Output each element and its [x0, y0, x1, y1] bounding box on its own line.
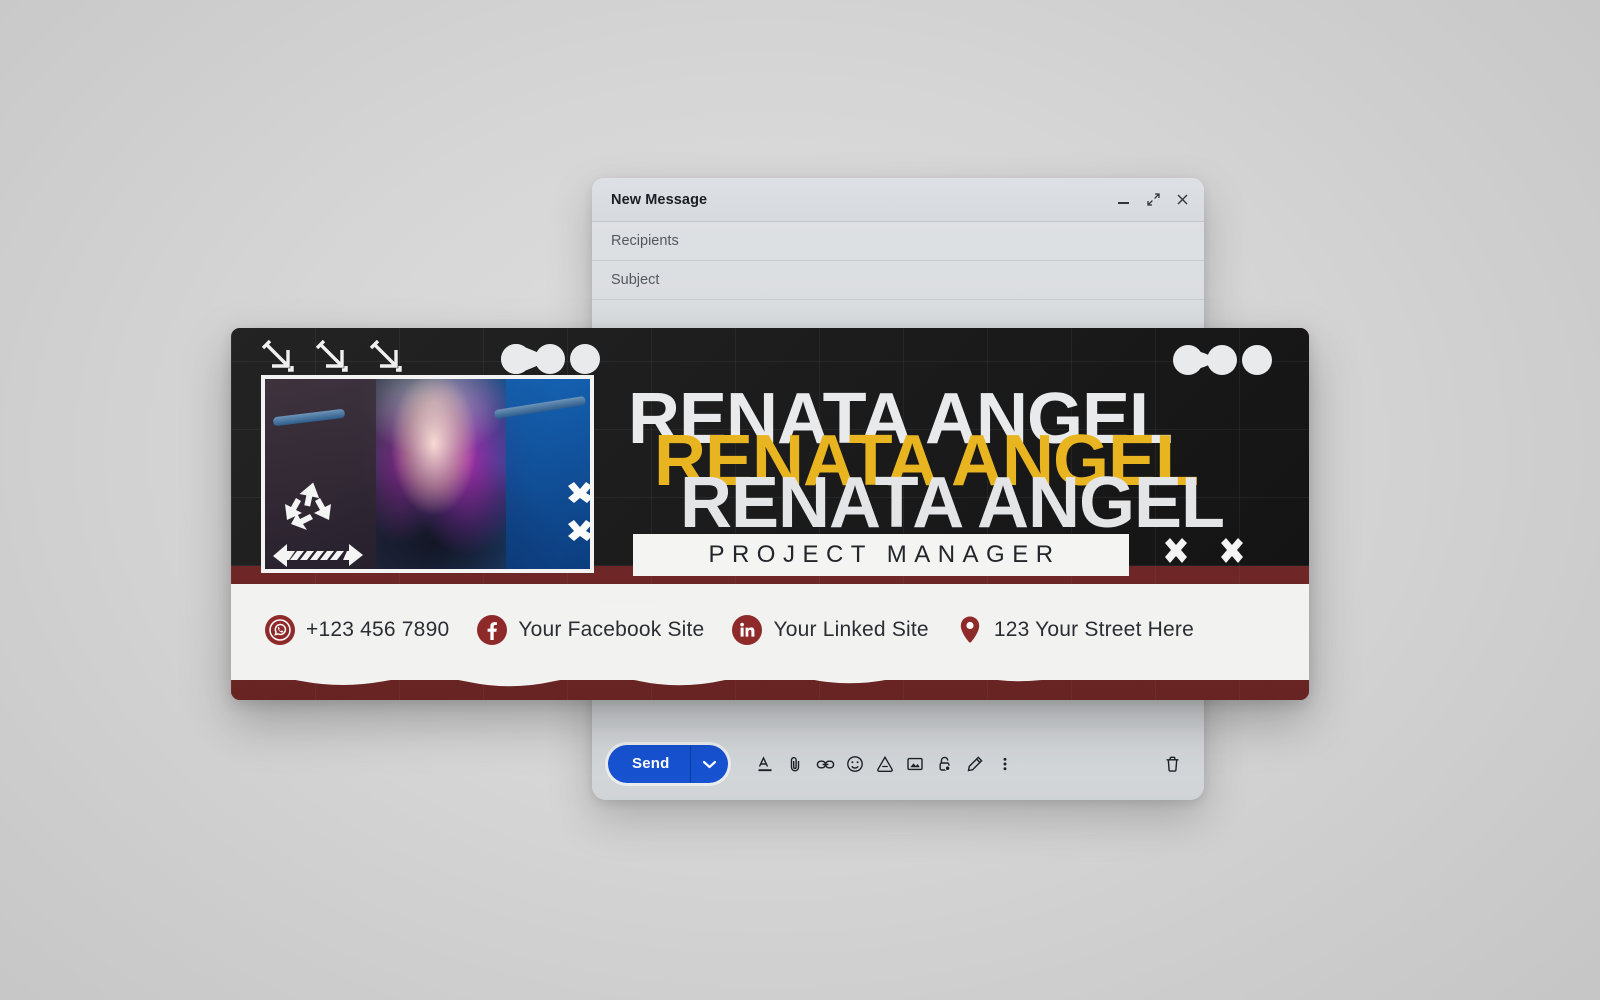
toolbar-icon-group: [750, 749, 1020, 779]
contact-facebook-text: Your Facebook Site: [518, 618, 705, 641]
recycle-icon: [277, 476, 339, 543]
contact-linkedin-text: Your Linked Site: [773, 618, 929, 641]
contact-facebook[interactable]: Your Facebook Site: [477, 615, 704, 645]
profile-photo: [261, 375, 594, 573]
send-button[interactable]: Send: [608, 745, 690, 783]
subject-placeholder: Subject: [611, 272, 660, 288]
contacts-row: +123 456 7890 Your Facebook Site Your Li…: [231, 600, 1309, 660]
location-pin-icon: [957, 615, 983, 645]
cross-icon: [568, 482, 590, 503]
attach-file-icon[interactable]: [780, 749, 810, 779]
cross-icon-group-photo: [562, 480, 590, 565]
recipients-placeholder: Recipients: [611, 233, 679, 249]
compose-titlebar: New Message: [592, 178, 1204, 222]
striped-arrow-icon: [273, 540, 365, 569]
minimize-icon[interactable]: [1117, 192, 1132, 207]
cross-icon: [1165, 538, 1187, 563]
insert-link-icon[interactable]: [810, 749, 840, 779]
send-button-group[interactable]: Send: [608, 745, 729, 783]
whatsapp-icon: [265, 615, 295, 645]
facebook-icon: [477, 615, 508, 645]
cross-icon-group-red: [1161, 536, 1247, 566]
name-layer-white-front: RENATA ANGEL: [680, 463, 1225, 543]
contact-whatsapp[interactable]: +123 456 7890: [265, 615, 449, 645]
contact-linkedin[interactable]: Your Linked Site: [732, 615, 929, 645]
cross-icon: [1221, 538, 1243, 563]
contact-whatsapp-text: +123 456 7890: [306, 618, 450, 641]
page-title: New Message: [611, 191, 708, 208]
contact-address[interactable]: 123 Your Street Here: [957, 615, 1194, 645]
insert-drive-icon[interactable]: [870, 749, 900, 779]
role-title: PROJECT MANAGER: [708, 541, 1061, 568]
subject-field[interactable]: Subject: [592, 261, 1204, 300]
cross-icon: [568, 520, 590, 541]
compose-toolbar: Send: [592, 728, 1204, 800]
formatting-icon[interactable]: [750, 749, 780, 779]
role-bar: PROJECT MANAGER: [633, 534, 1129, 576]
delete-draft-icon[interactable]: [1163, 755, 1182, 774]
confidential-mode-icon[interactable]: [930, 749, 960, 779]
window-controls: [1117, 192, 1190, 207]
signature-pen-icon[interactable]: [960, 749, 990, 779]
insert-emoji-icon[interactable]: [840, 749, 870, 779]
torn-paper-band-bottom: [231, 658, 1309, 687]
linkedin-icon: [732, 615, 763, 645]
contact-address-text: 123 Your Street Here: [993, 618, 1194, 641]
more-options-icon[interactable]: [990, 749, 1020, 779]
insert-photo-icon[interactable]: [900, 749, 930, 779]
recipients-field[interactable]: Recipients: [592, 222, 1204, 261]
send-options-chevron-down-icon[interactable]: [690, 745, 728, 783]
close-icon[interactable]: [1175, 192, 1190, 207]
email-signature-banner: RENATA ANGEL RENATA ANGEL RENATA ANGEL P…: [231, 328, 1309, 700]
expand-icon[interactable]: [1146, 192, 1161, 207]
